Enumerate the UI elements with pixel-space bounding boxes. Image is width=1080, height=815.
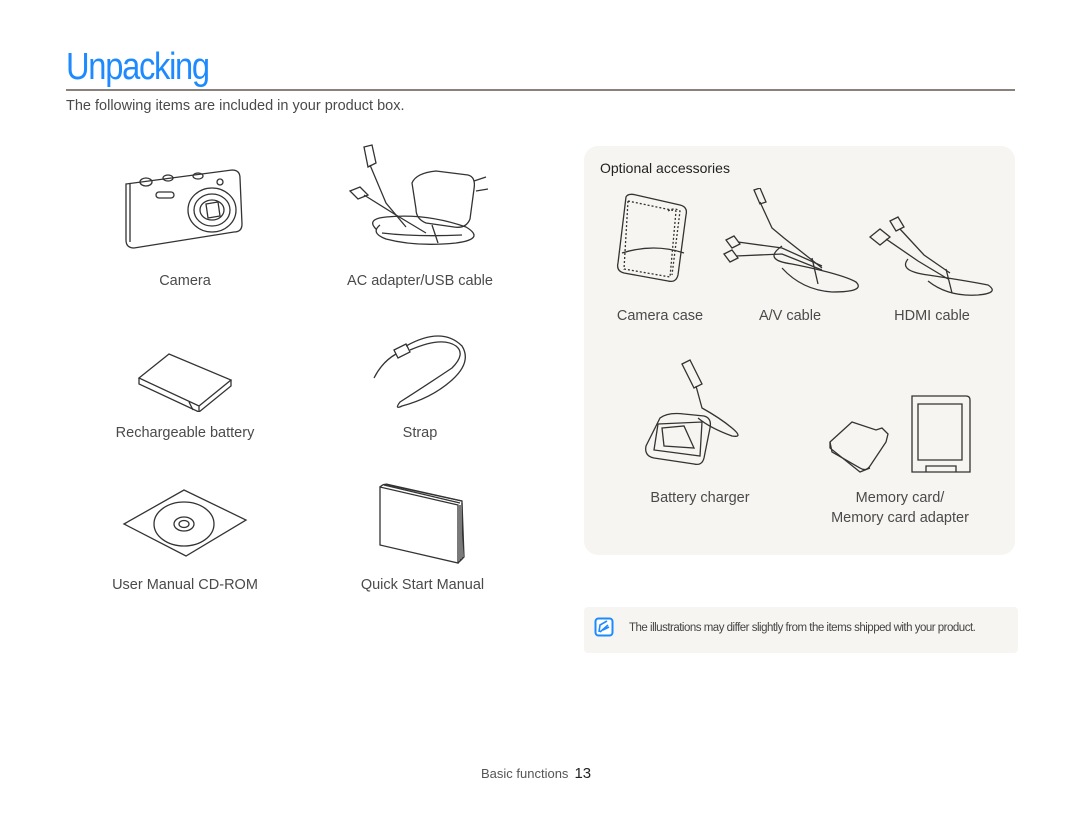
note-icon	[594, 617, 614, 637]
note-text: The illustrations may differ slightly fr…	[629, 622, 976, 634]
intro-text: The following items are included in your…	[66, 98, 405, 114]
footer-section: Basic functions	[481, 766, 569, 781]
page-number: 13	[574, 765, 592, 782]
item-label-battery: Rechargeable battery	[115, 425, 255, 441]
camera-icon	[125, 169, 243, 249]
optional-label-camera-case: Camera case	[616, 308, 704, 324]
memory-card-icon	[829, 395, 971, 473]
cd-rom-icon	[122, 489, 248, 557]
page-footer: Basic functions 13	[481, 765, 591, 782]
item-label-ac-adapter: AC adapter/USB cable	[347, 273, 493, 289]
av-cable-icon	[723, 188, 859, 293]
optional-label-memory-card-adapter: Memory card adapter	[831, 510, 969, 526]
hdmi-cable-icon	[868, 216, 993, 296]
strap-icon	[373, 335, 466, 408]
optional-accessories-title: Optional accessories	[600, 160, 730, 176]
page-title: Unpacking	[66, 46, 210, 88]
item-label-manual: Quick Start Manual	[360, 577, 485, 593]
camera-case-icon	[616, 193, 688, 283]
optional-label-hdmi-cable: HDMI cable	[894, 308, 970, 324]
title-divider	[66, 89, 1015, 91]
optional-label-memory-card: Memory card/	[855, 490, 945, 506]
battery-charger-icon	[645, 359, 739, 466]
item-label-camera: Camera	[159, 273, 211, 289]
manual-icon	[379, 483, 465, 564]
optional-label-battery-charger: Battery charger	[650, 490, 750, 506]
battery-icon	[137, 353, 233, 412]
ac-adapter-icon	[348, 144, 489, 245]
item-label-strap: Strap	[402, 425, 438, 441]
optional-label-av-cable: A/V cable	[758, 308, 822, 324]
item-label-cd-rom: User Manual CD-ROM	[112, 577, 258, 593]
